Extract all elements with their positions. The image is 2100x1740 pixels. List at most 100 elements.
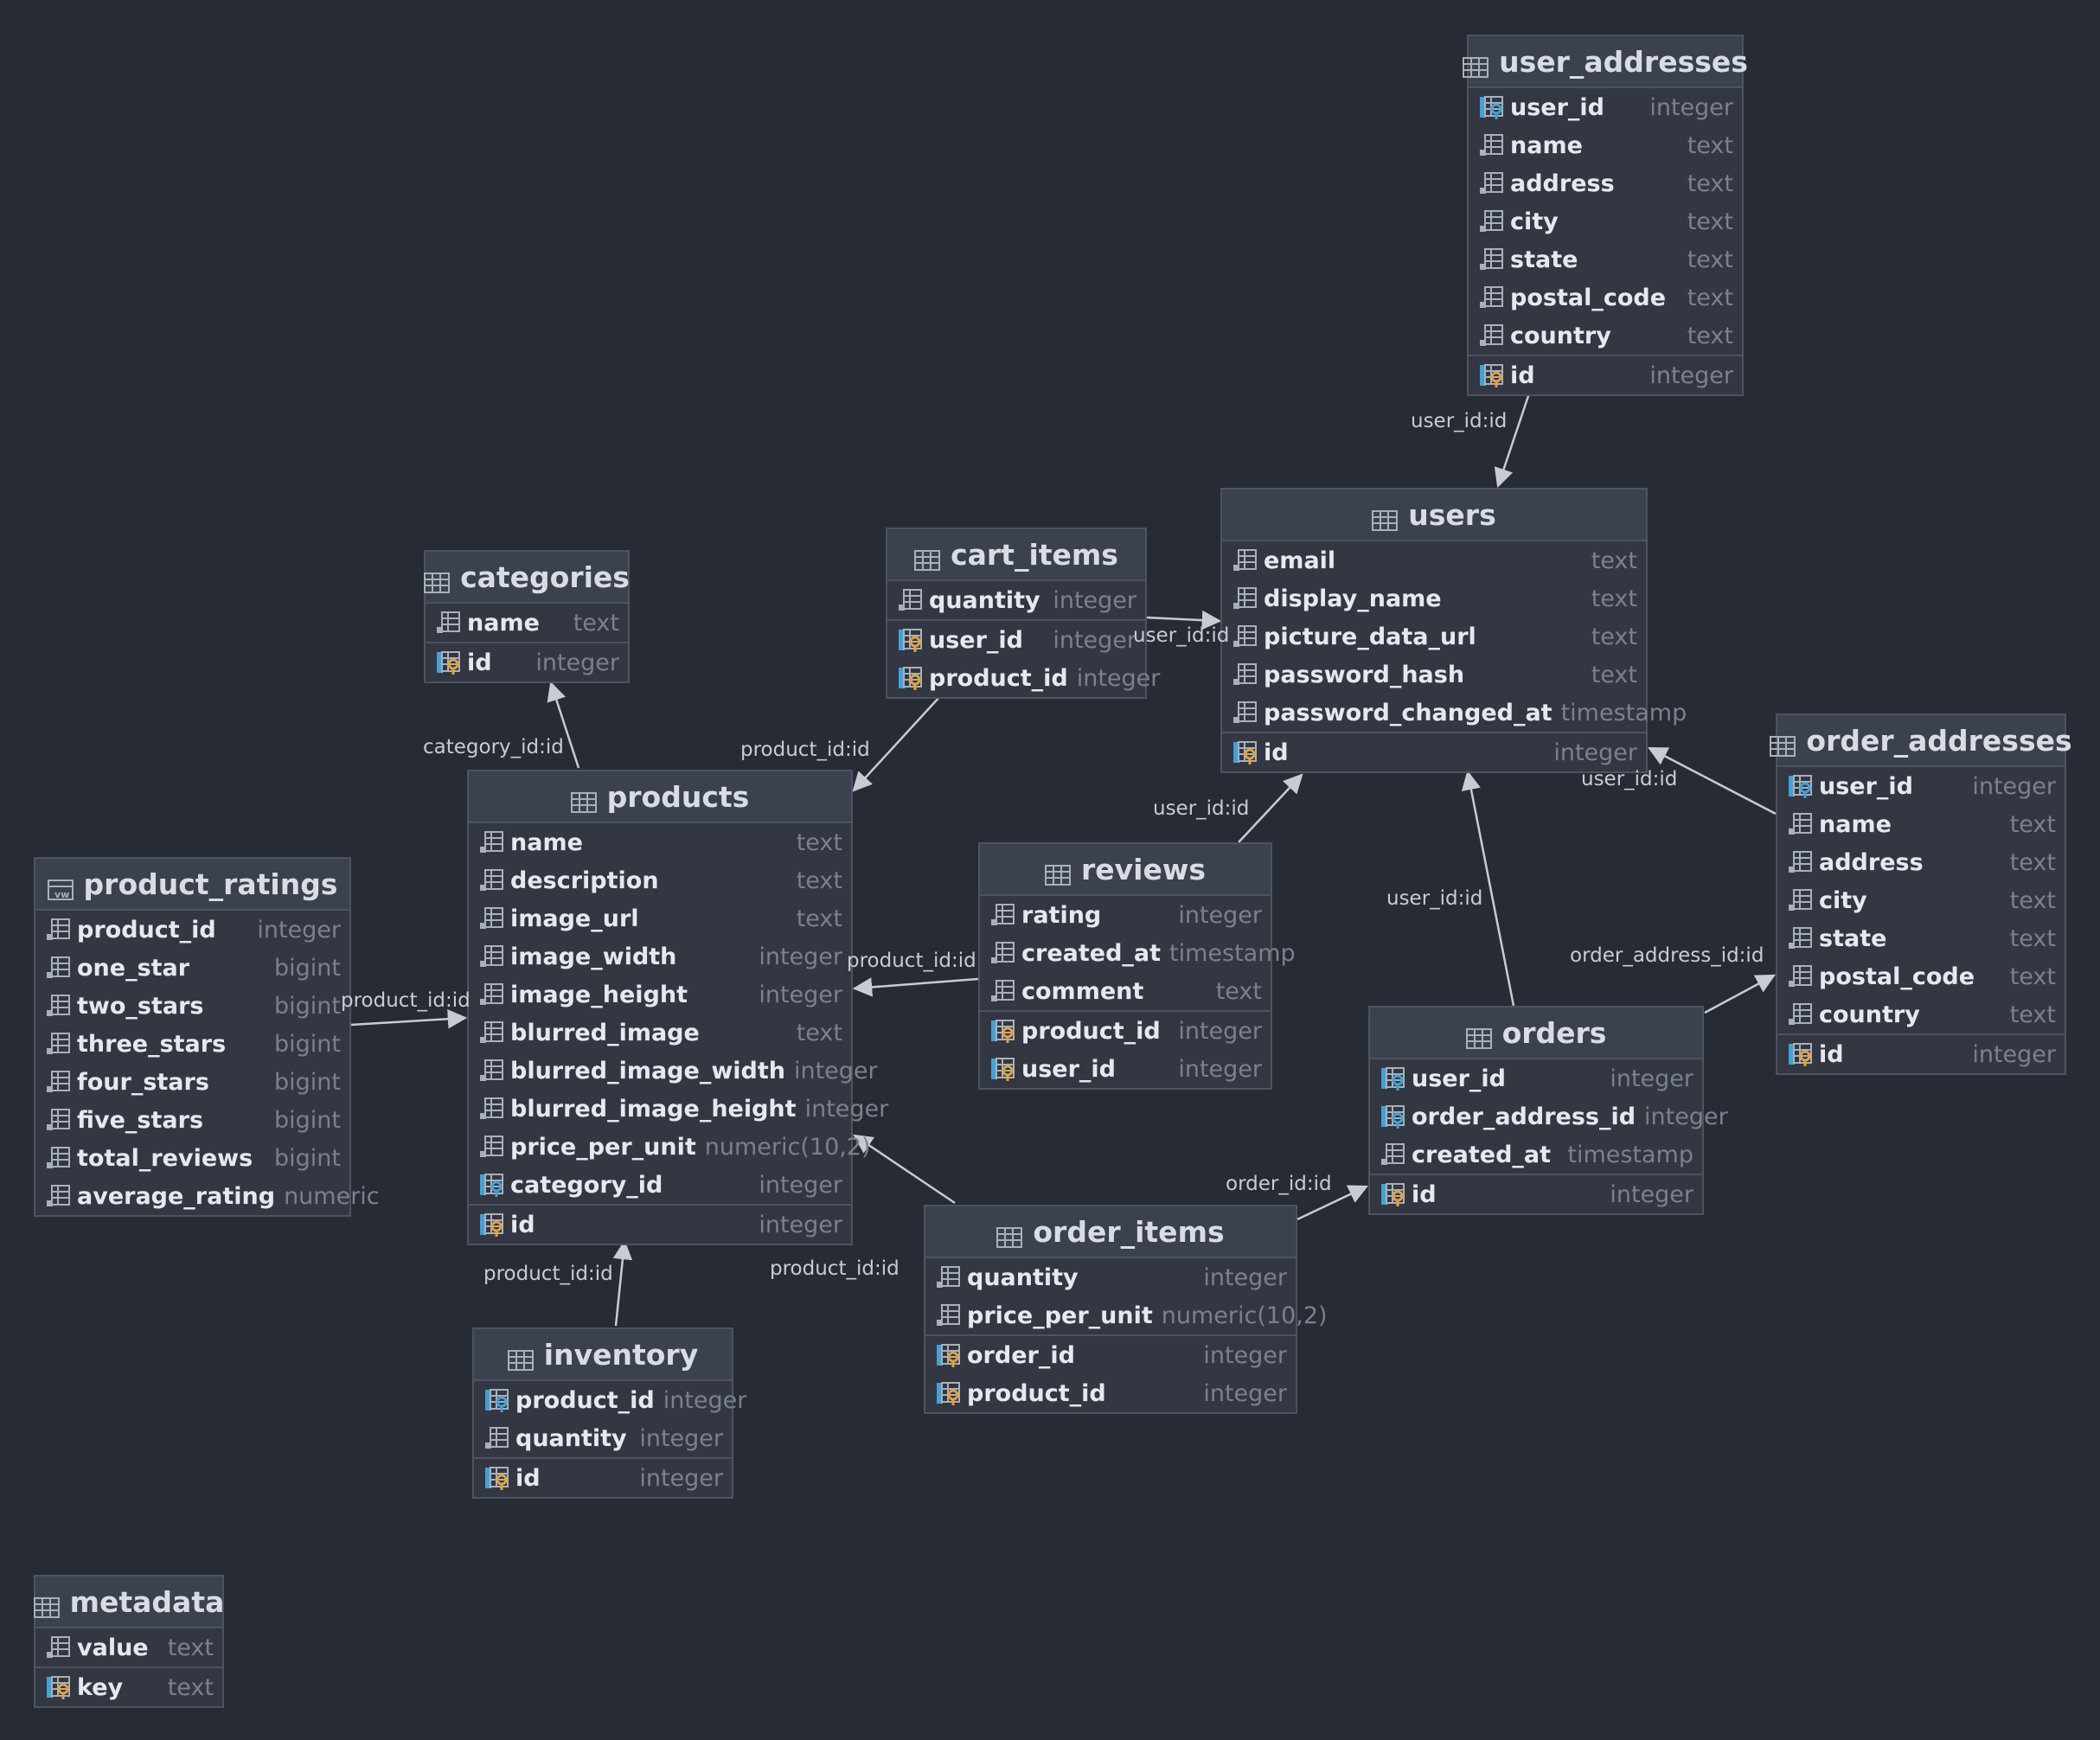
- column-row[interactable]: picture_data_url text: [1222, 617, 1646, 656]
- column-row[interactable]: image_height integer: [469, 976, 851, 1014]
- column-row[interactable]: created_at timestamp: [980, 934, 1296, 972]
- table-metadata[interactable]: metadata value text key text: [33, 1575, 224, 1708]
- column-row[interactable]: blurred_image_width integer: [469, 1052, 878, 1090]
- column-row[interactable]: order_id integer: [925, 1334, 1296, 1374]
- table-header[interactable]: users: [1222, 489, 1646, 541]
- column-row[interactable]: address text: [1469, 164, 1742, 202]
- table-header[interactable]: metadata: [33, 1577, 224, 1628]
- column-icon: [1232, 700, 1258, 726]
- column-row[interactable]: value text: [35, 1628, 222, 1666]
- column-row[interactable]: two_stars bigint: [35, 987, 349, 1025]
- column-row[interactable]: quantity integer: [925, 1258, 1296, 1296]
- column-row[interactable]: product_id integer: [925, 1374, 1296, 1412]
- column-row[interactable]: image_width integer: [469, 937, 851, 976]
- column-name: price_per_unit: [510, 1133, 696, 1161]
- table-users[interactable]: users email text display_name text picture…: [1220, 488, 1687, 773]
- table-order-items[interactable]: order_items quantity integer price_per_un…: [924, 1205, 1328, 1414]
- column-row[interactable]: description text: [469, 861, 851, 899]
- column-row[interactable]: country text: [1777, 995, 2065, 1033]
- relationship-arrow[interactable]: [350, 1008, 468, 1029]
- column-row[interactable]: address text: [1777, 843, 2065, 881]
- column-row[interactable]: quantity integer: [474, 1419, 732, 1457]
- column-row[interactable]: user_id integer: [1469, 88, 1742, 126]
- column-row[interactable]: city text: [1777, 881, 2065, 919]
- column-row[interactable]: category_id integer: [469, 1166, 851, 1204]
- column-row[interactable]: product_id integer: [980, 1010, 1271, 1050]
- relationship-arrow[interactable]: [1144, 610, 1222, 630]
- column-row[interactable]: user_id integer: [887, 619, 1145, 659]
- column-type: text: [796, 867, 842, 894]
- table-header[interactable]: categories: [424, 552, 630, 604]
- column-row[interactable]: password_hash text: [1222, 656, 1646, 694]
- table-cart-items[interactable]: cart_items quantity integer user_id intege…: [886, 528, 1160, 699]
- column-row[interactable]: email text: [1222, 541, 1646, 579]
- column-row[interactable]: blurred_image text: [469, 1014, 851, 1052]
- table-user-addresses[interactable]: user_addresses user_id integer name text a…: [1463, 35, 1748, 396]
- table-order-addresses[interactable]: order_addresses user_id integer name text …: [1770, 713, 2072, 1075]
- column-row[interactable]: image_url text: [469, 899, 851, 937]
- column-row[interactable]: id integer: [1469, 355, 1742, 394]
- column-row[interactable]: quantity integer: [887, 581, 1145, 619]
- table-header[interactable]: cart_items: [887, 529, 1145, 581]
- table-header[interactable]: user_addresses: [1463, 36, 1748, 88]
- relationship-arrow[interactable]: [1494, 393, 1531, 489]
- table-reviews[interactable]: reviews rating integer created_at timestam…: [978, 842, 1296, 1090]
- table-products[interactable]: products name text description text image_…: [467, 770, 888, 1245]
- column-row[interactable]: five_stars bigint: [35, 1101, 349, 1139]
- relationship-arrow[interactable]: [612, 1239, 633, 1327]
- table-header[interactable]: vw product_ratings: [35, 859, 349, 911]
- column-row[interactable]: average_rating numeric: [35, 1177, 380, 1215]
- column-row[interactable]: product_id integer: [35, 911, 349, 949]
- column-row[interactable]: name text: [1469, 126, 1742, 164]
- column-row[interactable]: state text: [1469, 240, 1742, 278]
- column-row[interactable]: postal_code text: [1469, 278, 1742, 317]
- table-inventory[interactable]: inventory product_id integer quantity inte…: [472, 1327, 746, 1499]
- column-row[interactable]: user_id integer: [1777, 767, 2065, 805]
- column-row[interactable]: key text: [35, 1666, 222, 1706]
- column-row[interactable]: city text: [1469, 202, 1742, 240]
- column-row[interactable]: id integer: [1370, 1174, 1702, 1213]
- column-row[interactable]: state text: [1777, 919, 2065, 957]
- column-row[interactable]: id integer: [469, 1204, 851, 1244]
- column-row[interactable]: user_id integer: [1370, 1059, 1702, 1097]
- column-row[interactable]: id integer: [474, 1457, 732, 1497]
- table-header[interactable]: order_addresses: [1770, 715, 2072, 767]
- table-categories[interactable]: categories name text id integer: [424, 550, 630, 683]
- table-header[interactable]: reviews: [980, 844, 1271, 896]
- column-row[interactable]: blurred_image_height integer: [469, 1090, 888, 1128]
- column-type: text: [796, 1019, 842, 1046]
- table-product-ratings[interactable]: vw product_ratings product_id integer one_…: [34, 857, 380, 1217]
- column-row[interactable]: id integer: [1222, 732, 1646, 771]
- table-header[interactable]: order_items: [925, 1206, 1296, 1258]
- column-row[interactable]: price_per_unit numeric(10,2): [469, 1128, 871, 1166]
- column-row[interactable]: id integer: [426, 642, 628, 681]
- table-header[interactable]: orders: [1370, 1008, 1702, 1059]
- column-type: integer: [663, 1386, 747, 1414]
- table-header[interactable]: inventory: [474, 1329, 732, 1381]
- column-row[interactable]: rating integer: [980, 896, 1271, 934]
- table-header[interactable]: products: [469, 771, 851, 823]
- column-row[interactable]: total_reviews bigint: [35, 1139, 349, 1177]
- relationship-arrow[interactable]: [1704, 974, 1776, 1014]
- column-row[interactable]: four_stars bigint: [35, 1063, 349, 1101]
- column-row[interactable]: name text: [1777, 805, 2065, 843]
- column-row[interactable]: product_id integer: [887, 659, 1160, 697]
- column-row[interactable]: one_star bigint: [35, 949, 349, 987]
- column-icon: [898, 587, 924, 613]
- column-row[interactable]: user_id integer: [980, 1050, 1271, 1088]
- column-row[interactable]: password_changed_at timestamp: [1222, 694, 1687, 732]
- column-row[interactable]: created_at timestamp: [1370, 1135, 1702, 1174]
- column-row[interactable]: country text: [1469, 317, 1742, 355]
- column-row[interactable]: display_name text: [1222, 579, 1646, 617]
- column-row[interactable]: product_id integer: [474, 1381, 746, 1419]
- column-row[interactable]: name text: [426, 604, 628, 642]
- column-row[interactable]: order_address_id integer: [1370, 1097, 1728, 1135]
- column-row[interactable]: three_stars bigint: [35, 1025, 349, 1063]
- column-row[interactable]: id integer: [1777, 1033, 2065, 1073]
- column-row[interactable]: price_per_unit numeric(10,2): [925, 1296, 1328, 1334]
- relationship-arrow[interactable]: [852, 977, 979, 997]
- column-row[interactable]: postal_code text: [1777, 957, 2065, 995]
- column-row[interactable]: comment text: [980, 972, 1271, 1010]
- table-orders[interactable]: orders user_id integer order_address_id in…: [1368, 1006, 1728, 1215]
- column-row[interactable]: name text: [469, 823, 851, 861]
